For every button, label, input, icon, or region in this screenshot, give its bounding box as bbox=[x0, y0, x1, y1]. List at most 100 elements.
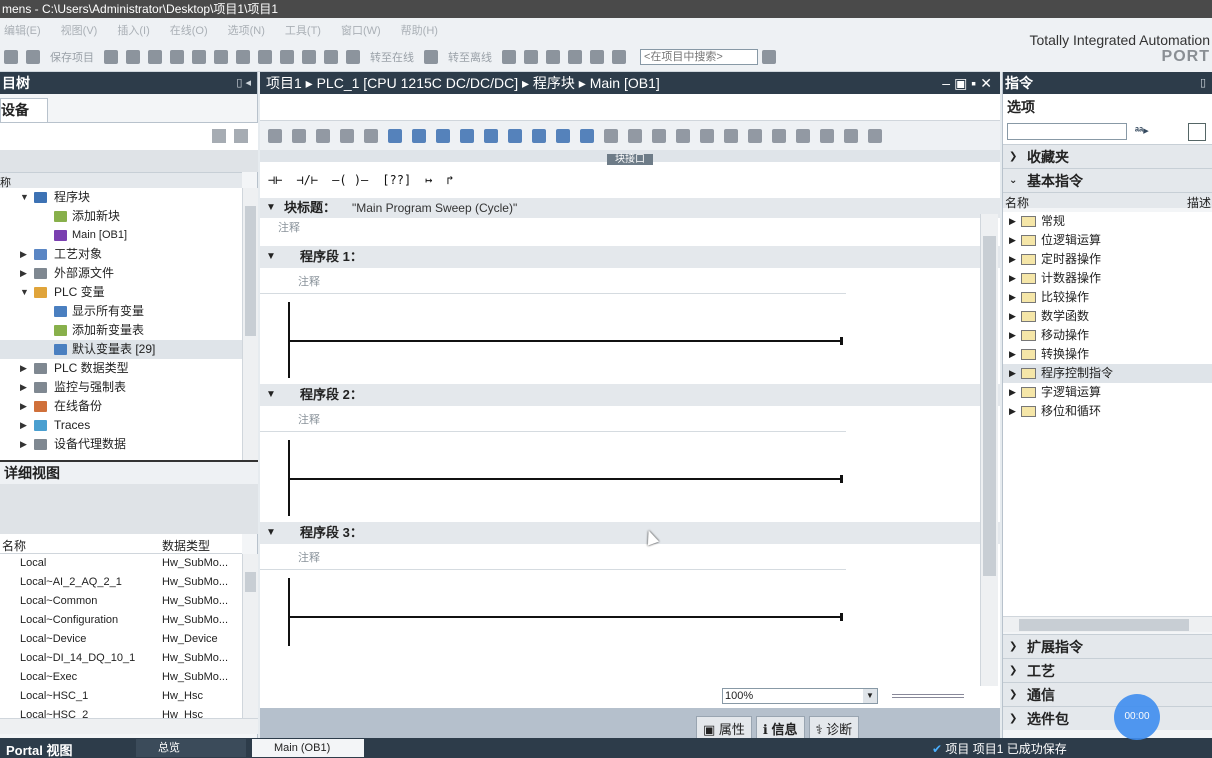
tree-scrollbar[interactable] bbox=[242, 188, 258, 460]
empty-box-icon[interactable]: [??] bbox=[382, 173, 411, 187]
chevron-right-icon[interactable]: ▶ bbox=[20, 359, 27, 378]
network-comment-row[interactable]: 注释 bbox=[260, 544, 846, 570]
split-vertical-icon[interactable] bbox=[612, 49, 626, 64]
go-offline-icon[interactable] bbox=[424, 49, 438, 64]
chevron-right-icon[interactable]: ▶ bbox=[1009, 402, 1016, 421]
detail-scrollbar-thumb[interactable] bbox=[245, 572, 256, 592]
search-options-icon[interactable]: ᵃᵃ▸ bbox=[1135, 124, 1149, 137]
comments-icon[interactable] bbox=[508, 128, 522, 143]
menu-tools[interactable]: 工具(T) bbox=[285, 22, 321, 38]
download-block-icon[interactable] bbox=[700, 128, 714, 143]
modify-icon[interactable] bbox=[748, 128, 762, 143]
delete-network-icon[interactable] bbox=[292, 128, 306, 143]
delete-icon[interactable] bbox=[192, 49, 206, 64]
instruction-group-comparison[interactable]: ▶ 比较操作 bbox=[1003, 288, 1212, 307]
stop-cpu-icon[interactable] bbox=[546, 49, 560, 64]
tree-item-add-tag-table[interactable]: 添加新变量表 bbox=[0, 321, 242, 340]
instruction-group-program-control[interactable]: ▶ 程序控制指令 bbox=[1003, 364, 1212, 383]
chevron-right-icon[interactable]: ▶ bbox=[1009, 250, 1016, 269]
chevron-right-icon[interactable]: ❯ bbox=[1009, 707, 1017, 731]
chevron-right-icon[interactable]: ▶ bbox=[20, 264, 27, 283]
goto-error-icon[interactable] bbox=[604, 128, 618, 143]
network-comment-row[interactable]: 注释 bbox=[260, 406, 846, 432]
nc-contact-icon[interactable]: ⊣/⊢ bbox=[296, 173, 318, 187]
start-cpu-icon[interactable] bbox=[524, 49, 538, 64]
instruction-hscrollbar[interactable] bbox=[1003, 616, 1212, 632]
chevron-down-icon[interactable]: ▼ bbox=[863, 689, 877, 703]
list-item[interactable]: Local~HSC_1 Hw_Hsc bbox=[0, 687, 242, 706]
insert-row-icon[interactable] bbox=[316, 128, 330, 143]
tree-view-icon[interactable] bbox=[212, 129, 226, 143]
menu-help[interactable]: 帮助(H) bbox=[401, 22, 438, 38]
cut-icon[interactable] bbox=[126, 49, 140, 64]
undo-icon[interactable] bbox=[214, 49, 228, 64]
chevron-right-icon[interactable]: ▶ bbox=[20, 378, 27, 397]
open-all-networks-icon[interactable] bbox=[388, 128, 402, 143]
instruction-search-input[interactable] bbox=[1007, 123, 1127, 140]
instruction-group-conversion[interactable]: ▶ 转换操作 bbox=[1003, 345, 1212, 364]
rung-wire[interactable] bbox=[288, 616, 842, 618]
tree-item-default-tag-table[interactable]: 默认变量表 [29] bbox=[0, 340, 242, 359]
project-search-input[interactable] bbox=[640, 48, 758, 65]
zoom-select[interactable]: 100% ▼ bbox=[722, 688, 878, 704]
rung-wire[interactable] bbox=[288, 478, 842, 480]
tree-item-external-sources[interactable]: ▶ 外部源文件 bbox=[0, 264, 242, 283]
chevron-right-icon[interactable]: ❯ bbox=[1009, 145, 1017, 169]
jump-icon[interactable] bbox=[364, 128, 378, 143]
category-basic-instructions[interactable]: ⌄ 基本指令 bbox=[1003, 168, 1212, 192]
category-communication[interactable]: ❯ 通信 bbox=[1003, 682, 1212, 706]
editor-scrollbar[interactable] bbox=[980, 214, 998, 686]
pane-pin-icon[interactable]: ▯ ◂ bbox=[236, 72, 251, 94]
list-item[interactable]: Local~Exec Hw_SubMo... bbox=[0, 668, 242, 687]
block-comment[interactable]: 注释 bbox=[278, 222, 300, 234]
upload-icon[interactable] bbox=[302, 49, 316, 64]
accessible-devices-icon[interactable] bbox=[502, 49, 516, 64]
chevron-down-icon[interactable]: ⌄ bbox=[1009, 169, 1017, 193]
ladder-rung[interactable] bbox=[260, 294, 1000, 384]
tree-item-add-block[interactable]: 添加新块 bbox=[0, 207, 242, 226]
editor-scrollbar-thumb[interactable] bbox=[983, 236, 996, 576]
tree-item-online-backups[interactable]: ▶ 在线备份 bbox=[0, 397, 242, 416]
insert-network-icon[interactable] bbox=[268, 128, 282, 143]
chevron-down-icon[interactable]: ▼ bbox=[266, 246, 276, 268]
call-hierarchy-icon[interactable] bbox=[844, 128, 858, 143]
tree-item-device-proxy-data[interactable]: ▶ 设备代理数据 bbox=[0, 435, 242, 454]
reset-icon[interactable] bbox=[796, 128, 810, 143]
next-error-icon[interactable] bbox=[652, 128, 666, 143]
network-comment[interactable]: 注释 bbox=[298, 276, 320, 288]
pane-pin-icon[interactable]: ▯ bbox=[1200, 72, 1206, 94]
chevron-down-icon[interactable]: ▼ bbox=[20, 283, 29, 302]
go-offline-button[interactable]: 转至离线 bbox=[448, 49, 492, 65]
menu-options[interactable]: 选项(N) bbox=[228, 22, 265, 38]
category-technology[interactable]: ❯ 工艺 bbox=[1003, 658, 1212, 682]
chevron-right-icon[interactable]: ❯ bbox=[1009, 683, 1017, 707]
edit-icon[interactable] bbox=[580, 128, 594, 143]
compile-icon[interactable] bbox=[258, 49, 272, 64]
tree-item-main-ob1[interactable]: Main [OB1] bbox=[0, 226, 242, 245]
chevron-right-icon[interactable]: ▶ bbox=[1009, 288, 1016, 307]
add-row-icon[interactable] bbox=[340, 128, 354, 143]
list-item[interactable]: Local~Configuration Hw_SubMo... bbox=[0, 611, 242, 630]
menu-edit[interactable]: 编辑(E) bbox=[4, 22, 41, 38]
paste-icon[interactable] bbox=[170, 49, 184, 64]
category-extended-instructions[interactable]: ❯ 扩展指令 bbox=[1003, 634, 1212, 658]
detail-scrollbar[interactable] bbox=[242, 554, 258, 718]
chevron-right-icon[interactable]: ▶ bbox=[1009, 269, 1016, 288]
close-branch-icon[interactable]: ↱ bbox=[446, 173, 453, 187]
tree-item-plc-data-types[interactable]: ▶ PLC 数据类型 bbox=[0, 359, 242, 378]
chevron-right-icon[interactable]: ▶ bbox=[1009, 307, 1016, 326]
go-online-icon[interactable] bbox=[346, 49, 360, 64]
more-tools-icon[interactable] bbox=[868, 128, 882, 143]
binoculars-icon[interactable] bbox=[762, 49, 776, 64]
toggle-view-icon[interactable] bbox=[556, 128, 570, 143]
open-branch-icon[interactable]: ↦ bbox=[425, 173, 432, 187]
chevron-right-icon[interactable]: ▶ bbox=[1009, 364, 1016, 383]
list-item[interactable]: Local~AI_2_AQ_2_1 Hw_SubMo... bbox=[0, 573, 242, 592]
split-horizontal-icon[interactable] bbox=[590, 49, 604, 64]
chevron-right-icon[interactable]: ▶ bbox=[20, 397, 27, 416]
network-comment[interactable]: 注释 bbox=[298, 552, 320, 564]
coil-icon[interactable]: –( )– bbox=[332, 173, 368, 187]
block-interface-bar[interactable]: 块接口 bbox=[260, 150, 1000, 165]
instruction-hscrollbar-thumb[interactable] bbox=[1019, 619, 1189, 631]
list-item[interactable]: Local Hw_SubMo... bbox=[0, 554, 242, 573]
